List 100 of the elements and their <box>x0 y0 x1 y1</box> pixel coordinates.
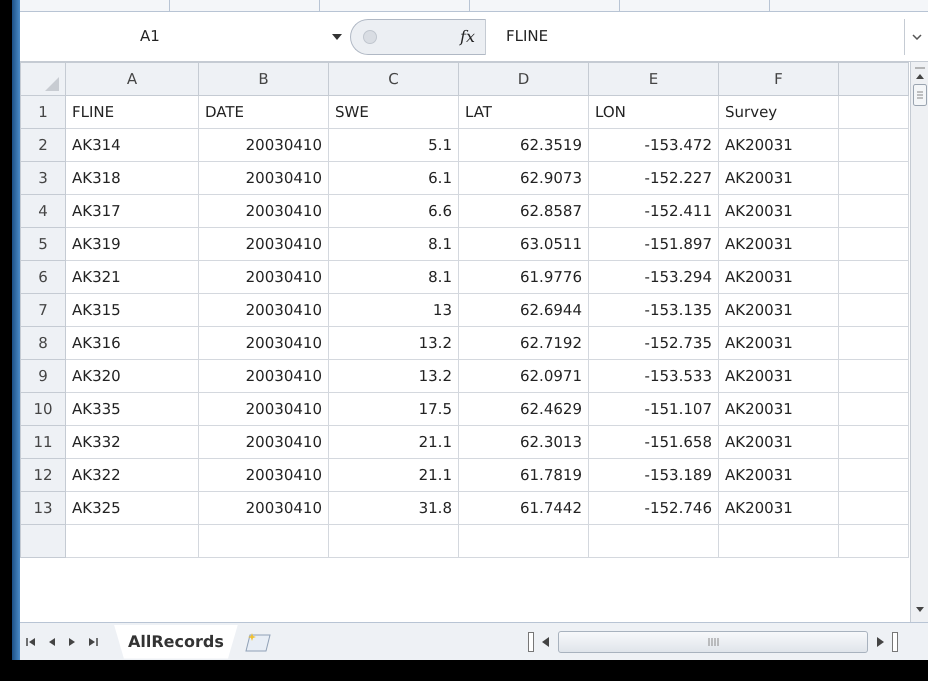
table-cell: 63.0511 <box>458 228 588 260</box>
row-header[interactable]: 13 <box>20 492 66 524</box>
scroll-down-icon[interactable] <box>914 606 924 614</box>
table-cell: AK20031 <box>718 392 838 426</box>
table-cell: 20030410 <box>198 426 328 458</box>
table-cell: -153.189 <box>588 458 718 492</box>
row-header[interactable]: 2 <box>20 128 66 162</box>
table-cell: 61.9776 <box>458 260 588 294</box>
table-cell: -153.533 <box>588 360 718 392</box>
table-cell: AK20031 <box>718 492 838 524</box>
table-cell: AK20031 <box>718 360 838 392</box>
next-sheet-icon[interactable] <box>68 637 76 648</box>
table-cell: AK20031 <box>718 458 838 492</box>
column-header[interactable]: B <box>198 62 328 96</box>
scroll-right-icon[interactable] <box>876 636 884 646</box>
split-handle-icon[interactable] <box>892 632 898 652</box>
table-cell: AK20031 <box>718 326 838 360</box>
table-cell: AK316 <box>66 326 198 360</box>
table-cell: 21.1 <box>328 426 458 458</box>
table-cell: -152.227 <box>588 162 718 194</box>
dropdown-arrow-icon[interactable] <box>332 34 342 40</box>
table-cell: 20030410 <box>198 162 328 194</box>
table-cell: -152.746 <box>588 492 718 524</box>
split-handle-icon[interactable] <box>528 632 534 652</box>
formula-field[interactable]: FLINE <box>485 18 904 54</box>
last-sheet-icon[interactable] <box>88 637 98 648</box>
table-cell: AK20031 <box>718 260 838 294</box>
table-cell: 20030410 <box>198 128 328 162</box>
row-header[interactable]: 1 <box>20 96 66 128</box>
table-cell: 8.1 <box>328 260 458 294</box>
table-cell: 5.1 <box>328 128 458 162</box>
table-cell: 8.1 <box>328 228 458 260</box>
table-cell: 20030410 <box>198 458 328 492</box>
table-cell: FLINE <box>66 96 198 128</box>
table-cell: LON <box>588 96 718 128</box>
table-cell: 20030410 <box>198 294 328 326</box>
row-header[interactable]: 9 <box>20 360 66 392</box>
table-cell: Survey <box>718 96 838 128</box>
column-header[interactable]: A <box>66 62 198 96</box>
table-cell: 17.5 <box>328 392 458 426</box>
row-header[interactable]: 10 <box>20 392 66 426</box>
table-cell: LAT <box>458 96 588 128</box>
table-cell: 6.6 <box>328 194 458 228</box>
table-cell: AK20031 <box>718 162 838 194</box>
scroll-up-icon[interactable] <box>914 66 924 82</box>
table-cell: 61.7442 <box>458 492 588 524</box>
sheet-tab[interactable]: AllRecords <box>114 624 238 658</box>
column-header[interactable]: D <box>458 62 588 96</box>
row-header[interactable]: 11 <box>20 426 66 458</box>
row-header[interactable]: 5 <box>20 228 66 260</box>
table-cell: 62.6944 <box>458 294 588 326</box>
row-header[interactable]: 7 <box>20 294 66 326</box>
previous-sheet-icon[interactable] <box>48 637 56 648</box>
column-header[interactable]: E <box>588 62 718 96</box>
first-sheet-icon[interactable] <box>26 637 36 648</box>
table-cell: 20030410 <box>198 392 328 426</box>
column-header[interactable]: F <box>718 62 838 96</box>
table-cell: AK321 <box>66 260 198 294</box>
table-cell: 31.8 <box>328 492 458 524</box>
row-header[interactable]: 6 <box>20 260 66 294</box>
table-cell: AK20031 <box>718 294 838 326</box>
row-header[interactable]: 12 <box>20 458 66 492</box>
table-cell: 21.1 <box>328 458 458 492</box>
table-cell: 20030410 <box>198 492 328 524</box>
table-cell: AK314 <box>66 128 198 162</box>
table-cell: AK317 <box>66 194 198 228</box>
table-cell: AK20031 <box>718 228 838 260</box>
table-cell: AK20031 <box>718 128 838 162</box>
table-cell: 62.7192 <box>458 326 588 360</box>
table-cell: 13.2 <box>328 360 458 392</box>
table-cell: AK318 <box>66 162 198 194</box>
table-cell: AK20031 <box>718 426 838 458</box>
table-cell: 62.0971 <box>458 360 588 392</box>
table-cell: -153.135 <box>588 294 718 326</box>
expand-icon[interactable] <box>912 34 922 40</box>
row-header[interactable]: 3 <box>20 162 66 194</box>
row-header[interactable]: 4 <box>20 194 66 228</box>
table-cell: -151.897 <box>588 228 718 260</box>
scroll-thumb[interactable] <box>558 630 868 652</box>
table-cell: SWE <box>328 96 458 128</box>
table-cell: -153.294 <box>588 260 718 294</box>
table-cell: -151.107 <box>588 392 718 426</box>
table-cell: AK319 <box>66 228 198 260</box>
table-cell: 13 <box>328 294 458 326</box>
table-cell: 13.2 <box>328 326 458 360</box>
table-cell: AK325 <box>66 492 198 524</box>
column-header[interactable]: C <box>328 62 458 96</box>
scroll-left-icon[interactable] <box>542 636 550 646</box>
table-cell: -153.472 <box>588 128 718 162</box>
table-cell: -152.411 <box>588 194 718 228</box>
table-cell: AK335 <box>66 392 198 426</box>
table-cell: 62.8587 <box>458 194 588 228</box>
table-cell: 6.1 <box>328 162 458 194</box>
table-cell: 62.4629 <box>458 392 588 426</box>
row-header[interactable]: 8 <box>20 326 66 360</box>
table-cell: -151.658 <box>588 426 718 458</box>
table-cell: AK20031 <box>718 194 838 228</box>
insert-function-button[interactable]: fx <box>460 24 475 48</box>
scroll-thumb[interactable] <box>912 84 926 106</box>
table-cell: 62.9073 <box>458 162 588 194</box>
